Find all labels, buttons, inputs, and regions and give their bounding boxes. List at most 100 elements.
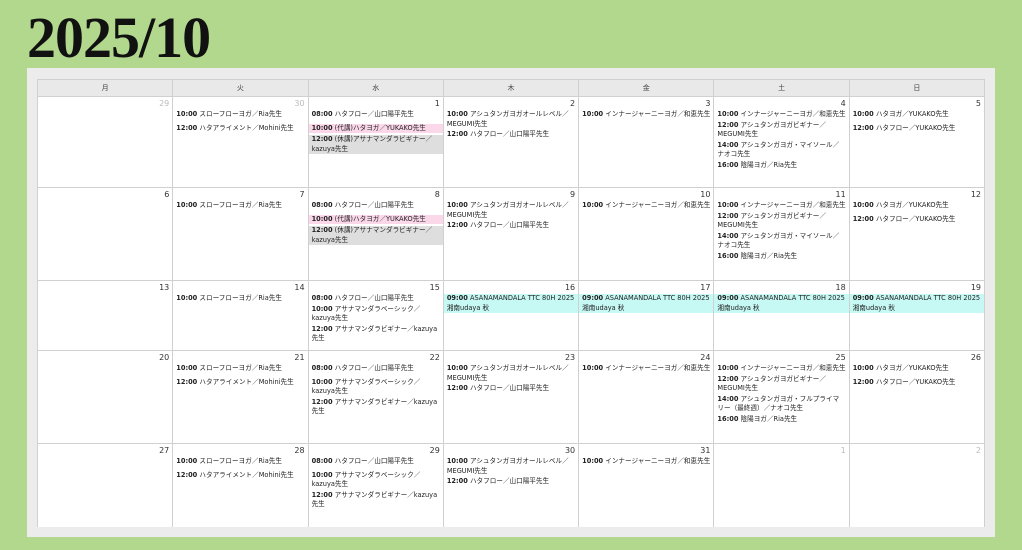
calendar-event[interactable]: 10:00 アサナマンダラベーシック／kazuya先生 (309, 378, 443, 397)
calendar-event[interactable]: 12:00 アサナマンダラビギナー／kazuya先生 (309, 491, 443, 510)
calendar-day-cell[interactable]: 3 10:00 インナージャーニーヨガ／和恵先生 (579, 97, 715, 188)
calendar-day-cell[interactable]: 30 10:00 アシュタンガヨガオールレベル／MEGUMI先生 12:00 ハタフ… (444, 444, 580, 527)
calendar-day-cell[interactable]: 5 10:00 ハタヨガ／YUKAKO先生 12:00 ハタフロー／YUKAKO先生 (849, 97, 985, 188)
calendar-day-cell[interactable]: 20 (38, 351, 174, 444)
calendar-event[interactable]: 12:00 ハタフロー／山口陽平先生 (444, 384, 578, 394)
calendar-day-cell[interactable]: 2 (850, 444, 985, 527)
event-title: インナージャーニーヨガ／和恵先生 (605, 201, 711, 209)
calendar-event[interactable]: 10:00 インナージャーニーヨガ／和恵先生 (579, 110, 713, 120)
calendar-event[interactable]: 10:00 ハタヨガ／YUKAKO先生 (850, 110, 984, 120)
calendar-event[interactable]: 10:00 アサナマンダラベーシック／kazuya先生 (309, 471, 443, 490)
event-title: ハタヨガ／YUKAKO先生 (875, 110, 949, 118)
calendar-day-cell[interactable]: 17 09:00 ASANAMANDALA TTC 80H 2025 湘南uday… (579, 281, 715, 351)
calendar-day-cell[interactable]: 27 (38, 444, 174, 527)
calendar-event[interactable]: 12:00 ハタアライメント／Mohini先生 (173, 124, 307, 134)
calendar-day-cell[interactable]: 8 08:00 ハタフロー／山口陽平先生 10:00 (代講)ハタヨガ／YUKAKO… (308, 188, 444, 281)
calendar-day-cell[interactable]: 2 10:00 アシュタンガヨガオールレベル／MEGUMI先生 12:00 ハタフロ… (443, 97, 580, 188)
calendar-event[interactable]: 10:00 アサナマンダラベーシック／kazuya先生 (309, 305, 443, 324)
calendar-event[interactable]: 10:00 (代講)ハタヨガ／YUKAKO先生 (308, 123, 443, 134)
calendar-event[interactable]: 10:00 インナージャーニーヨガ／和恵先生 (714, 364, 848, 374)
calendar-event[interactable]: 10:00 スローフローヨガ／Ria先生 (173, 457, 307, 467)
calendar-day-cell[interactable]: 21 10:00 スローフローヨガ／Ria先生 12:00 ハタアライメント／Moh… (173, 351, 309, 444)
calendar-event[interactable]: 10:00 スローフローヨガ／Ria先生 (173, 294, 307, 304)
calendar-event[interactable]: 10:00 (代講)ハタヨガ／YUKAKO先生 (308, 214, 443, 225)
calendar-day-cell[interactable]: 1 (714, 444, 850, 527)
calendar-day-cell[interactable]: 12 10:00 ハタヨガ／YUKAKO先生 12:00 ハタフロー／YUKAKO先… (849, 188, 985, 281)
calendar-day-cell[interactable]: 23 10:00 アシュタンガヨガオールレベル／MEGUMI先生 12:00 ハタフ… (443, 351, 580, 444)
calendar-day-cell[interactable]: 28 10:00 スローフローヨガ／Ria先生 12:00 ハタアライメント／Moh… (173, 444, 309, 527)
calendar-event[interactable]: 16:00 陰陽ヨガ／Ria先生 (714, 252, 848, 262)
calendar-event[interactable]: 08:00 ハタフロー／山口陽平先生 (309, 201, 443, 211)
calendar-day-cell[interactable]: 22 08:00 ハタフロー／山口陽平先生 10:00 アサナマンダラベーシック／k… (308, 351, 444, 444)
calendar-day-cell[interactable]: 7 10:00 スローフローヨガ／Ria先生 (173, 188, 309, 281)
calendar-event[interactable]: 10:00 アシュタンガヨガオールレベル／MEGUMI先生 (444, 110, 578, 129)
calendar-event[interactable]: 10:00 インナージャーニーヨガ／和恵先生 (714, 201, 848, 211)
calendar-event[interactable]: 10:00 アシュタンガヨガオールレベル／MEGUMI先生 (444, 457, 578, 476)
calendar-event[interactable]: 12:00 アシュタンガヨガビギナー／MEGUMI先生 (714, 212, 848, 231)
calendar-event[interactable]: 10:00 インナージャーニーヨガ／和恵先生 (579, 364, 713, 374)
calendar-event[interactable]: 12:00 ハタフロー／山口陽平先生 (444, 221, 578, 231)
calendar-event[interactable]: 12:00 (休講)アサナマンダラビギナー／kazuya先生 (308, 226, 443, 246)
calendar-day-cell[interactable]: 4 10:00 インナージャーニーヨガ／和恵先生 12:00 アシュタンガヨガビギナ… (714, 97, 850, 188)
calendar-day-cell[interactable]: 19 09:00 ASANAMANDALA TTC 80H 2025 湘南uday… (849, 281, 985, 351)
calendar-event[interactable]: 12:00 ハタフロー／YUKAKO先生 (850, 124, 984, 134)
calendar-event[interactable]: 10:00 インナージャーニーヨガ／和恵先生 (579, 201, 713, 211)
calendar-day-cell[interactable]: 25 10:00 インナージャーニーヨガ／和恵先生 12:00 アシュタンガヨガビギ… (714, 351, 850, 444)
calendar-event[interactable]: 10:00 ハタヨガ／YUKAKO先生 (850, 364, 984, 374)
calendar-event[interactable]: 12:00 ハタフロー／YUKAKO先生 (850, 215, 984, 225)
day-number: 12 (970, 190, 981, 199)
calendar-event[interactable]: 10:00 スローフローヨガ／Ria先生 (173, 110, 307, 120)
calendar-event[interactable]: 12:00 (休講)アサナマンダラビギナー／kazuya先生 (308, 135, 443, 155)
calendar-event[interactable]: 14:00 アシュタンガヨガ・フルプライマリー（最終週）／ナオコ先生 (714, 395, 848, 414)
calendar-event[interactable]: 08:00 ハタフロー／山口陽平先生 (309, 110, 443, 120)
calendar-event[interactable]: 16:00 陰陽ヨガ／Ria先生 (714, 161, 848, 171)
calendar-event[interactable]: 08:00 ハタフロー／山口陽平先生 (309, 457, 443, 467)
calendar-day-cell[interactable]: 11 10:00 インナージャーニーヨガ／和恵先生 12:00 アシュタンガヨガビギ… (714, 188, 850, 281)
calendar-event[interactable]: 10:00 アシュタンガヨガオールレベル／MEGUMI先生 (444, 364, 578, 383)
calendar-day-cell[interactable]: 16 09:00 ASANAMANDALA TTC 80H 2025 湘南uday… (443, 281, 580, 351)
calendar-day-cell[interactable]: 6 (38, 188, 174, 281)
calendar-event[interactable]: 09:00 ASANAMANDALA TTC 80H 2025 湘南udaya … (849, 294, 984, 314)
calendar-event[interactable]: 10:00 スローフローヨガ／Ria先生 (173, 201, 307, 211)
calendar-event[interactable]: 10:00 アシュタンガヨガオールレベル／MEGUMI先生 (444, 201, 578, 220)
calendar-event[interactable]: 10:00 インナージャーニーヨガ／和恵先生 (579, 457, 713, 467)
calendar-event[interactable]: 09:00 ASANAMANDALA TTC 80H 2025 湘南udaya … (579, 294, 714, 314)
calendar-day-cell[interactable]: 1 08:00 ハタフロー／山口陽平先生 10:00 (代講)ハタヨガ／YUKAKO… (308, 97, 444, 188)
calendar-event[interactable]: 08:00 ハタフロー／山口陽平先生 (309, 364, 443, 374)
calendar-event[interactable]: 12:00 ハタアライメント／Mohini先生 (173, 378, 307, 388)
calendar-day-cell[interactable]: 13 (38, 281, 174, 351)
calendar-event[interactable]: 12:00 アサナマンダラビギナー／kazuya先生 (309, 325, 443, 344)
calendar-event[interactable]: 16:00 陰陽ヨガ／Ria先生 (714, 415, 848, 425)
calendar-event[interactable]: 08:00 ハタフロー／山口陽平先生 (309, 294, 443, 304)
calendar-event[interactable]: 14:00 アシュタンガヨガ・マイソール／ナオコ先生 (714, 232, 848, 251)
calendar-day-cell[interactable]: 24 10:00 インナージャーニーヨガ／和恵先生 (579, 351, 715, 444)
event-title: インナージャーニーヨガ／和恵先生 (605, 364, 711, 372)
calendar-event[interactable]: 09:00 ASANAMANDALA TTC 80H 2025 湘南udaya … (443, 294, 579, 314)
calendar-event[interactable]: 10:00 スローフローヨガ／Ria先生 (173, 364, 307, 374)
day-number: 2 (570, 99, 576, 108)
calendar-day-cell[interactable]: 14 10:00 スローフローヨガ／Ria先生 (173, 281, 309, 351)
calendar-event[interactable]: 10:00 ハタヨガ／YUKAKO先生 (850, 201, 984, 211)
calendar-day-cell[interactable]: 18 09:00 ASANAMANDALA TTC 80H 2025 湘南uday… (714, 281, 850, 351)
calendar-day-cell[interactable]: 26 10:00 ハタヨガ／YUKAKO先生 12:00 ハタフロー／YUKAKO先… (849, 351, 985, 444)
calendar-event[interactable]: 12:00 ハタフロー／山口陽平先生 (444, 130, 578, 140)
calendar-day-cell[interactable]: 9 10:00 アシュタンガヨガオールレベル／MEGUMI先生 12:00 ハタフロ… (443, 188, 580, 281)
calendar-event[interactable]: 12:00 ハタフロー／YUKAKO先生 (850, 378, 984, 388)
calendar-day-cell[interactable]: 29 (38, 97, 174, 188)
calendar-day-cell[interactable]: 29 08:00 ハタフロー／山口陽平先生 10:00 アサナマンダラベーシック／k… (309, 444, 444, 527)
calendar-day-cell[interactable]: 30 10:00 スローフローヨガ／Ria先生 12:00 ハタアライメント／Moh… (173, 97, 309, 188)
calendar-event[interactable]: 14:00 アシュタンガヨガ・マイソール／ナオコ先生 (714, 141, 848, 160)
calendar-event[interactable]: 12:00 ハタアライメント／Mohini先生 (173, 471, 307, 481)
event-title: ハタフロー／山口陽平先生 (469, 221, 550, 230)
calendar-event[interactable]: 12:00 アシュタンガヨガビギナー／MEGUMI先生 (714, 121, 848, 140)
calendar-event[interactable]: 09:00 ASANAMANDALA TTC 80H 2025 湘南udaya … (714, 294, 849, 314)
calendar-event[interactable]: 10:00 インナージャーニーヨガ／和恵先生 (714, 110, 848, 120)
event-time: 16:00 (717, 414, 739, 423)
calendar-day-cell[interactable]: 15 08:00 ハタフロー／山口陽平先生 10:00 アサナマンダラベーシック／k… (308, 281, 444, 351)
calendar-event[interactable]: 12:00 アサナマンダラビギナー／kazuya先生 (309, 398, 443, 417)
calendar-event[interactable]: 12:00 ハタフロー／山口陽平先生 (444, 477, 578, 487)
calendar-day-cell[interactable]: 10 10:00 インナージャーニーヨガ／和恵先生 (579, 188, 715, 281)
event-title: 陰陽ヨガ／Ria先生 (740, 251, 798, 260)
calendar-day-cell[interactable]: 31 10:00 インナージャーニーヨガ／和恵先生 (579, 444, 715, 527)
calendar-event[interactable]: 12:00 アシュタンガヨガビギナー／MEGUMI先生 (714, 375, 848, 394)
